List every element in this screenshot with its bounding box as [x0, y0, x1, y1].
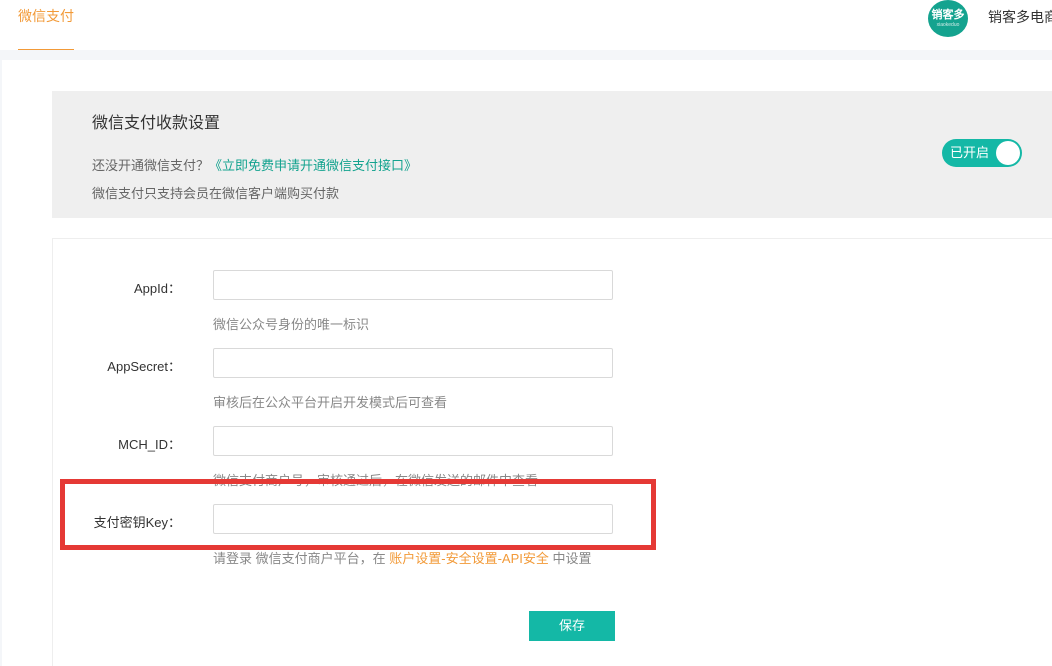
api-key-hint-prefix: 请登录 微信支付商户平台，在: [213, 551, 390, 566]
appsecret-input[interactable]: [213, 348, 613, 378]
mch-id-label: MCH_ID：: [118, 437, 181, 452]
top-bar: 微信支付 销客多 xiaokeduo 销客多电商: [0, 0, 1052, 50]
apply-link[interactable]: 《立即免费申请开通微信支付接口》: [209, 158, 417, 173]
avatar[interactable]: 销客多 xiaokeduo: [928, 0, 968, 37]
api-key-hint: 请登录 微信支付商户平台，在 账户设置-安全设置-API安全 中设置: [213, 548, 591, 567]
apply-notice: 还没开通微信支付？《立即免费申请开通微信支付接口》: [92, 155, 417, 174]
appsecret-hint: 审核后在公众平台开启开发模式后可查看: [213, 395, 448, 410]
user-name[interactable]: 销客多电商: [988, 0, 1052, 34]
api-key-label: 支付密钥Key：: [93, 515, 181, 530]
appid-label: AppId：: [134, 281, 181, 296]
mch-id-hint: 微信支付商户号，审核通过后，在微信发送的邮件中查看: [213, 473, 539, 488]
appsecret-label: AppSecret：: [107, 359, 181, 374]
support-notice: 微信支付只支持会员在微信客户端购买付款: [92, 186, 340, 201]
apply-notice-text: 还没开通微信支付？: [92, 158, 210, 173]
toggle-label: 已开启: [950, 145, 990, 160]
appid-hint: 微信公众号身份的唯一标识: [213, 317, 370, 332]
credentials-form: AppId： 微信公众号身份的唯一标识 AppSecret： 审核后在公众平台开…: [52, 238, 1052, 666]
mch-id-input[interactable]: [213, 426, 613, 456]
panel-title: 微信支付收款设置: [92, 115, 221, 132]
enable-toggle[interactable]: 已开启: [942, 139, 1022, 167]
save-button[interactable]: 保存: [529, 611, 615, 641]
avatar-logo-subtext: xiaokeduo: [936, 22, 960, 28]
wechat-pay-settings-panel: 微信支付收款设置 还没开通微信支付？《立即免费申请开通微信支付接口》 微信支付只…: [52, 91, 1052, 218]
avatar-logo-text: 销客多: [931, 9, 965, 21]
toggle-knob: [996, 141, 1020, 165]
api-key-input[interactable]: [213, 504, 613, 534]
api-key-hint-suffix: 中设置: [548, 551, 592, 566]
api-security-link[interactable]: 账户设置-安全设置-API安全: [389, 551, 549, 566]
tab-wechat-pay[interactable]: 微信支付: [18, 0, 74, 50]
appid-input[interactable]: [213, 270, 613, 300]
